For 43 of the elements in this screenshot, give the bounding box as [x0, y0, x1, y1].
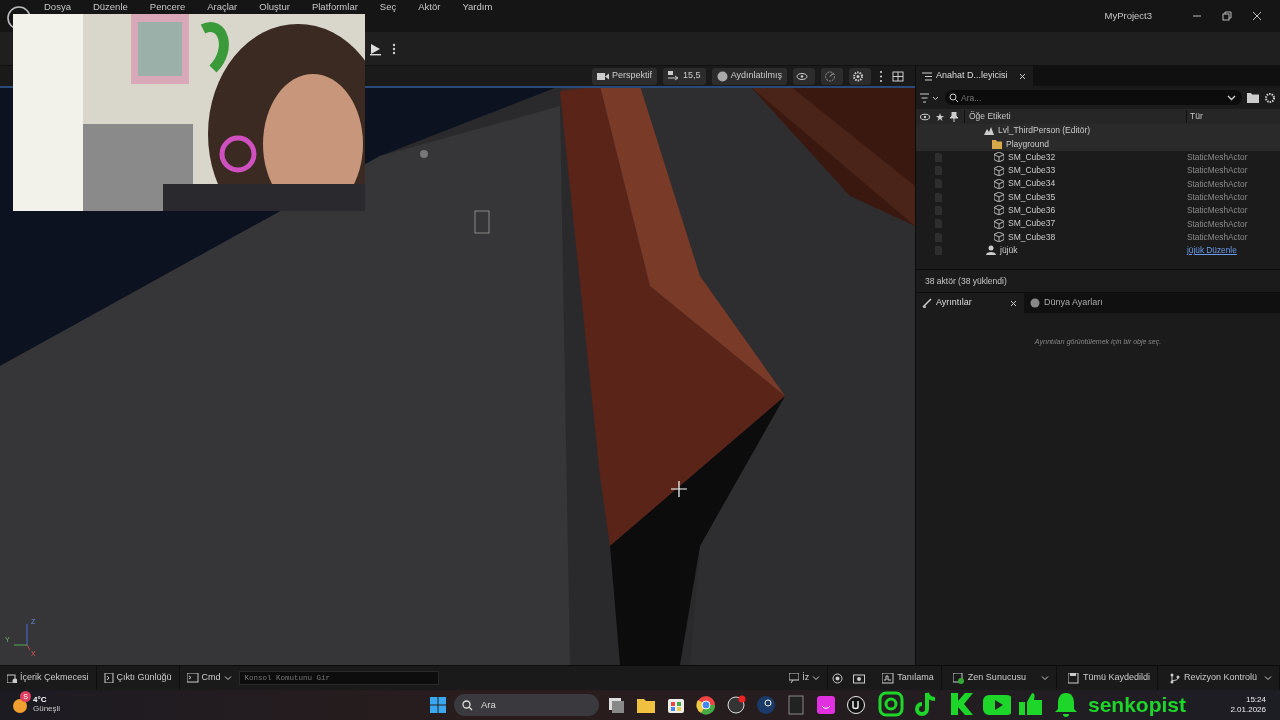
row-type: StaticMeshActor: [1187, 217, 1248, 230]
menu-item[interactable]: Oluştur: [259, 2, 290, 12]
column-header[interactable]: Tür: [1186, 110, 1203, 123]
window-title: MyProject3: [1104, 8, 1152, 23]
camera-speed-button[interactable]: 15,5: [663, 67, 706, 85]
row-type: StaticMeshActor: [1187, 230, 1248, 244]
clock-date[interactable]: 2.01.2026: [1230, 705, 1266, 716]
menu-item[interactable]: Araçlar: [207, 2, 238, 12]
row-label[interactable]: SM_Cube34: [1008, 177, 1056, 191]
weather-text: Güneşli: [33, 705, 61, 714]
clock-time[interactable]: 15:24: [1230, 694, 1266, 705]
row-label[interactable]: SM_Cube35: [1008, 190, 1056, 204]
row-label[interactable]: SM_Cube38: [1008, 230, 1056, 244]
status-text: 38 aktör (38 yüklendi): [916, 269, 1280, 293]
row-type: StaticMeshActor: [1187, 204, 1248, 217]
menu-item[interactable]: Yardım: [462, 2, 493, 12]
search-field[interactable]: Ara...: [945, 90, 1242, 105]
row-type: StaticMeshActor: [1187, 164, 1248, 177]
row-label[interactable]: SM_Cube37: [1008, 217, 1056, 231]
details-tab[interactable]: Ayrıntılar: [916, 293, 1024, 313]
menu-item[interactable]: Seç: [379, 2, 397, 12]
row-label[interactable]: SM_Cube32: [1008, 150, 1056, 164]
menu-item[interactable]: Platformlar: [311, 2, 358, 12]
menu-item[interactable]: Pencere: [149, 2, 186, 12]
lighting-button[interactable]: Aydınlatılmış: [711, 67, 787, 85]
view-mode-button[interactable]: Perspektif: [592, 67, 658, 85]
menu-item[interactable]: Aktör: [418, 2, 441, 12]
row-label[interactable]: SM_Cube33: [1008, 164, 1056, 177]
row-label[interactable]: Playground: [1006, 137, 1049, 151]
row-type: StaticMeshActor: [1187, 190, 1248, 204]
edit-link[interactable]: jüjük Düzenle: [1187, 244, 1237, 257]
taskbar-search[interactable]: Ara: [454, 694, 599, 716]
temperature-text: 4°C: [33, 696, 48, 705]
cmd-button[interactable]: Cmd: [179, 666, 239, 690]
column-header[interactable]: Öğe Etiketi: [964, 110, 1180, 123]
row-label[interactable]: jüjük: [1000, 243, 1018, 257]
menu-item[interactable]: Düzenle: [92, 2, 128, 12]
row-label[interactable]: SM_Cube36: [1008, 204, 1056, 217]
row-type: StaticMeshActor: [1187, 151, 1248, 164]
outliner-tab[interactable]: Anahat D...leyicisi: [916, 66, 1033, 86]
channel-name: senkopist: [1088, 692, 1187, 717]
row-type: StaticMeshActor: [1187, 177, 1248, 191]
menu-item[interactable]: Dosya: [44, 2, 71, 12]
